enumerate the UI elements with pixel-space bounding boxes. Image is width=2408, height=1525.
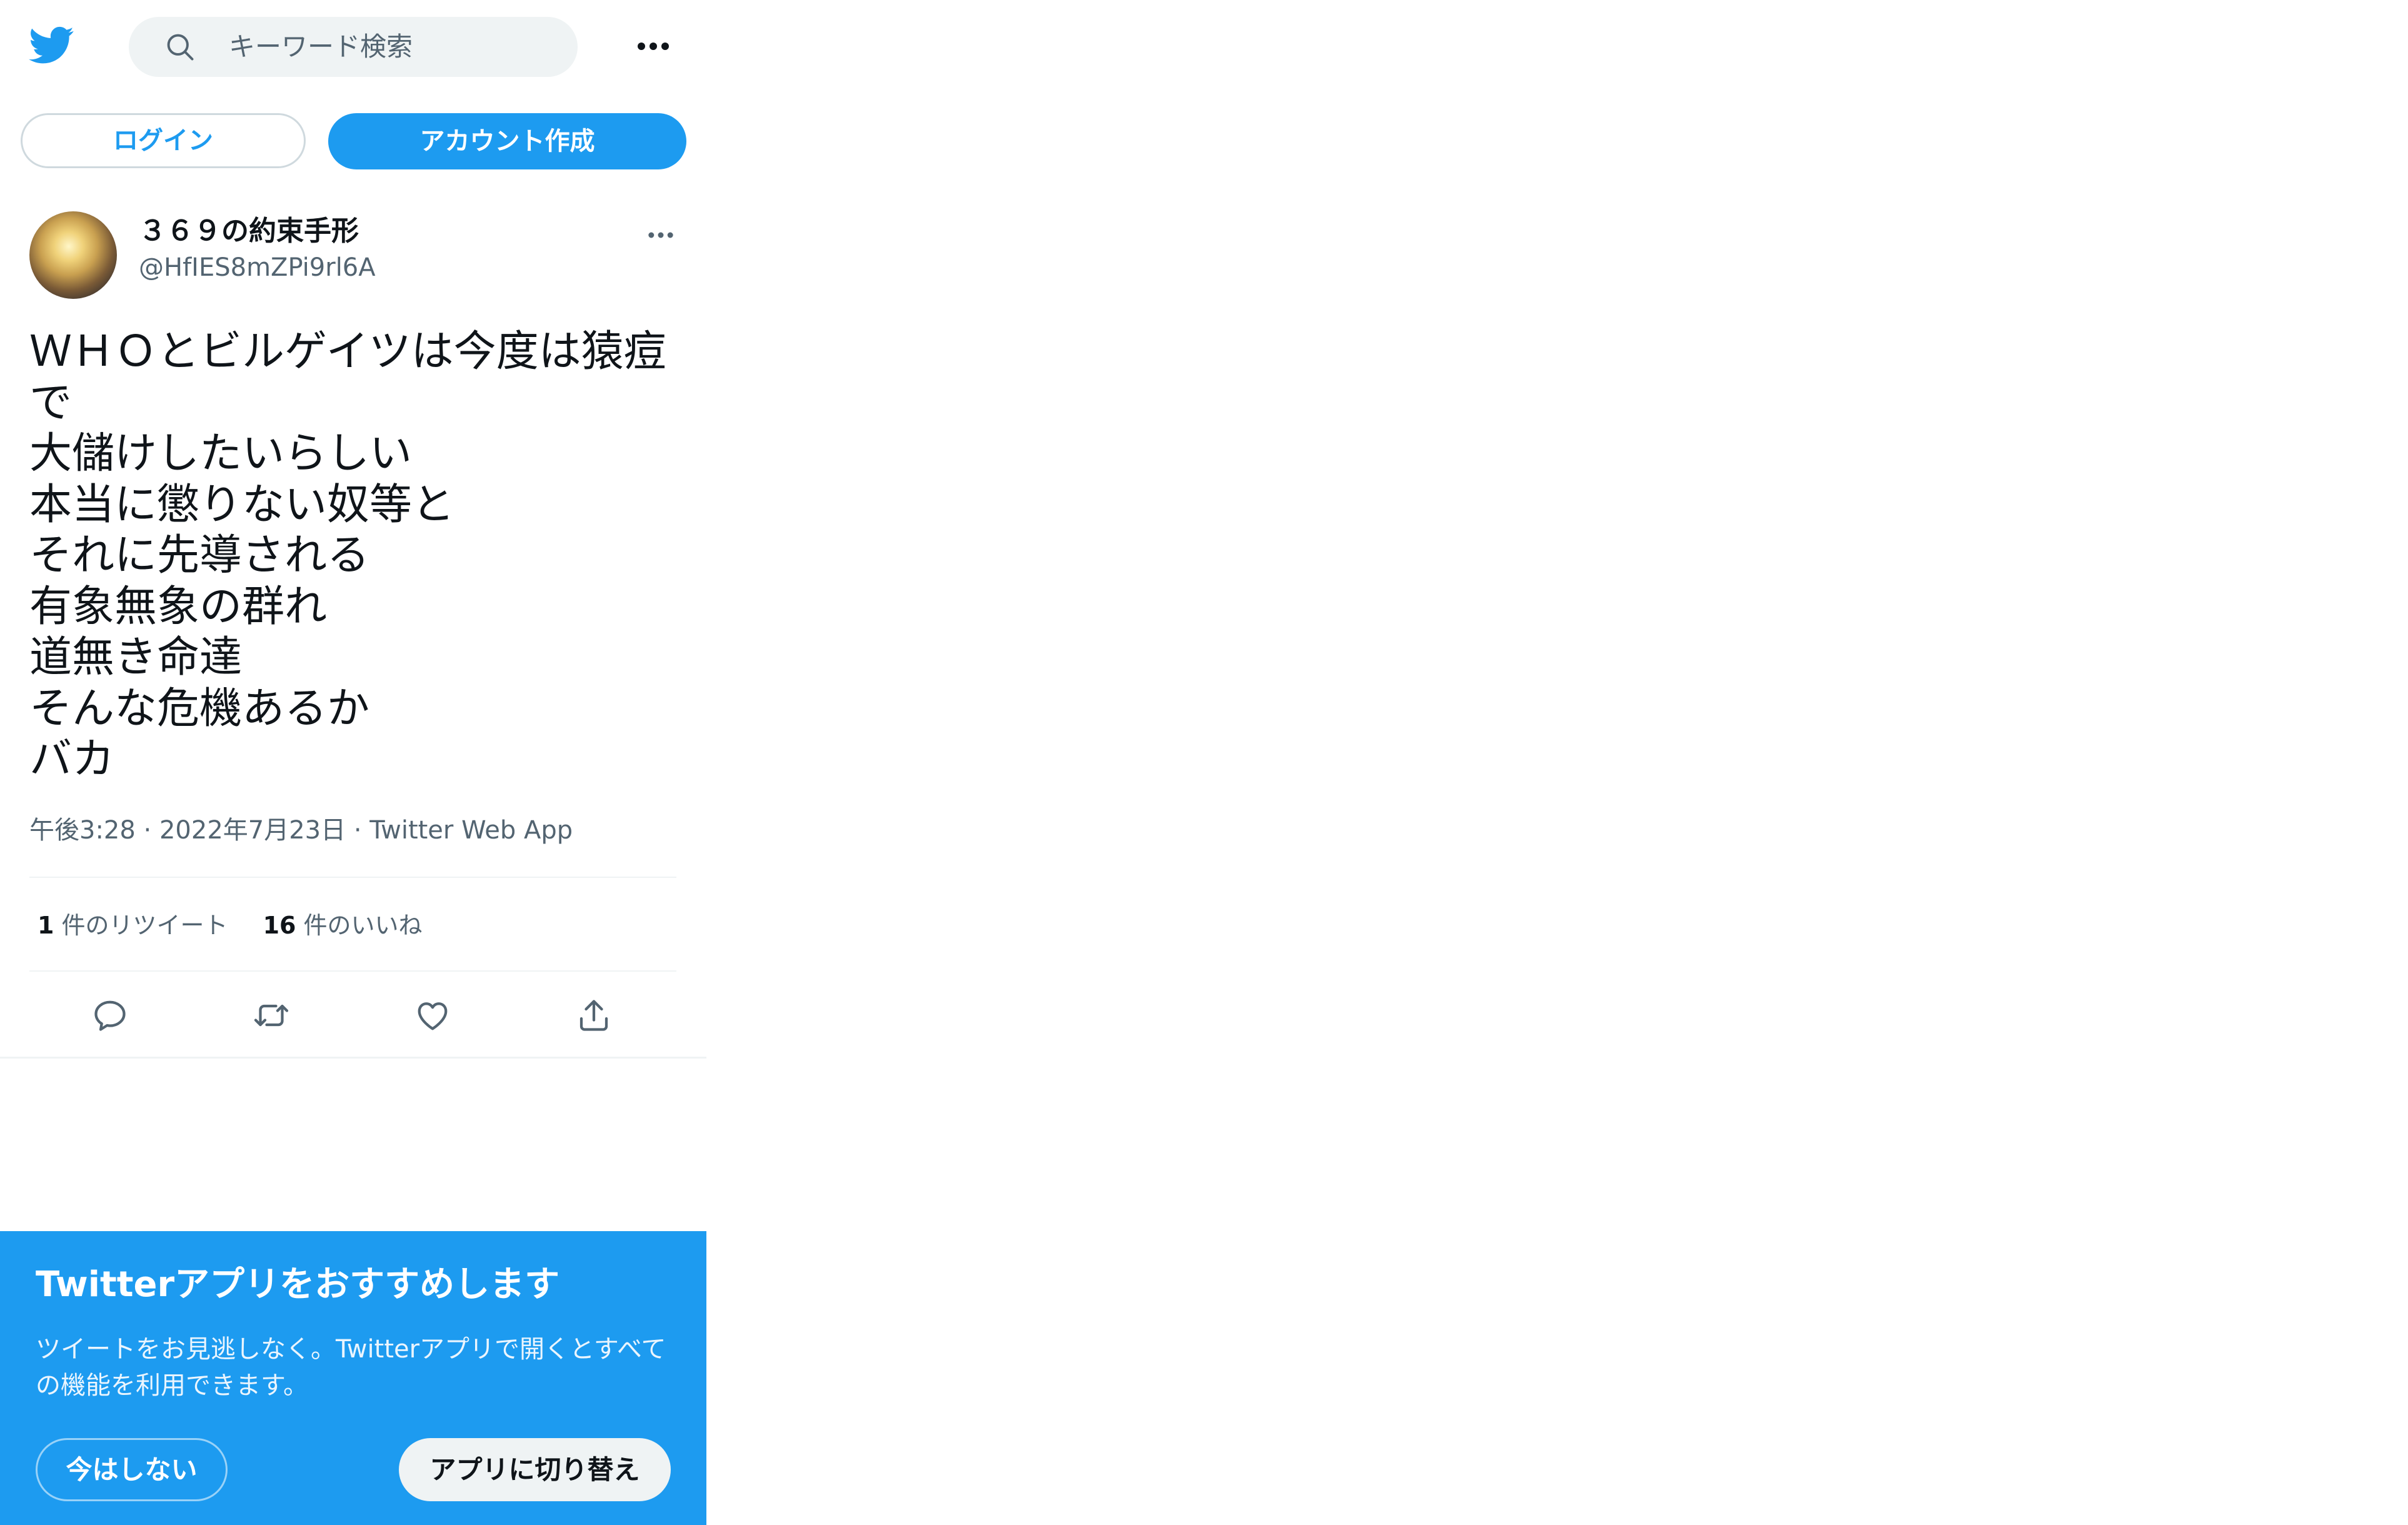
like-stat[interactable]: 16 件のいいね [263, 912, 423, 939]
more-horizontal-icon[interactable] [636, 34, 670, 59]
tweet-time[interactable]: 午後3:28 [29, 816, 136, 845]
share-icon[interactable] [575, 997, 613, 1034]
divider [29, 970, 676, 972]
tweet-meta: 午後3:28 · 2022年7月23日 · Twitter Web App [29, 814, 573, 847]
tweet-page: キーワード検索 ログイン アカウント作成 ３６９の約束手形 @HfIES8mZP… [0, 0, 706, 1525]
divider [29, 877, 676, 878]
meta-separator: · [135, 816, 159, 845]
tweet-text: ＷＨＯとビルゲイツは今度は猿痘で 大儲けしたいらしい 本当に懲りない奴等と それ… [29, 327, 666, 784]
author-name[interactable]: ３６９の約束手形 [139, 215, 359, 248]
retweet-icon[interactable] [253, 997, 290, 1034]
avatar[interactable] [29, 211, 117, 299]
tweet-stats: 1 件のリツイート 16 件のいいね [38, 910, 423, 940]
meta-separator: · [346, 816, 370, 845]
tweet-date[interactable]: 2022年7月23日 [159, 816, 346, 845]
like-label: 件のいいね [303, 912, 423, 939]
twitter-bird-icon[interactable] [28, 23, 76, 68]
signup-button[interactable]: アカウント作成 [328, 113, 686, 169]
search-placeholder: キーワード検索 [229, 31, 413, 62]
app-banner: Twitterアプリをおすすめします ツイートをお見逃しなく。Twitterアプ… [0, 1231, 706, 1525]
reply-icon[interactable] [91, 997, 129, 1034]
retweet-count: 1 [38, 912, 54, 939]
search-icon [167, 34, 194, 61]
retweet-stat[interactable]: 1 件のリツイート [38, 912, 228, 939]
like-count: 16 [263, 912, 296, 939]
like-icon[interactable] [414, 997, 451, 1034]
search-box[interactable]: キーワード検索 [129, 17, 578, 77]
tweet-bottom-border [0, 1057, 706, 1059]
author-handle[interactable]: @HfIES8mZPi9rl6A [139, 253, 376, 283]
tweet-more-icon[interactable] [645, 225, 676, 245]
tweet-source[interactable]: Twitter Web App [369, 816, 573, 845]
login-button[interactable]: ログイン [21, 113, 306, 168]
not-now-button[interactable]: 今はしない [36, 1438, 228, 1501]
switch-to-app-button[interactable]: アプリに切り替え [399, 1438, 671, 1501]
banner-description: ツイートをお見逃しなく。Twitterアプリで開くとすべての機能を利用できます。 [36, 1335, 666, 1400]
banner-title: Twitterアプリをおすすめします [36, 1264, 560, 1305]
retweet-label: 件のリツイート [61, 912, 228, 939]
